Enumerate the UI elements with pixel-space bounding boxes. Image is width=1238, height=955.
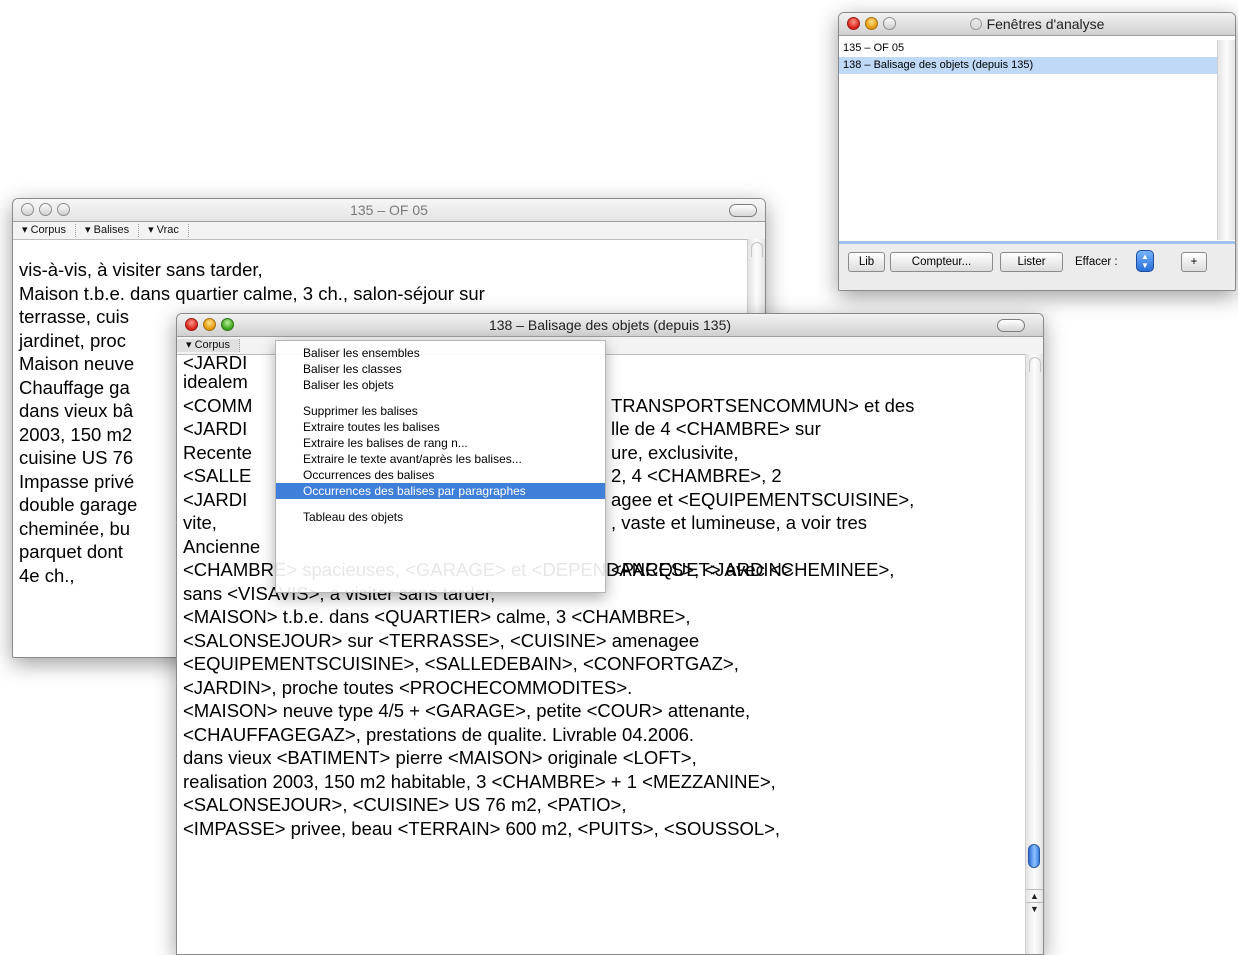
menu-separator (276, 499, 605, 509)
text-fragment: lle de 4 <CHAMBRE> sur (611, 418, 821, 439)
lister-button[interactable]: Lister (1000, 252, 1063, 272)
analysis-titlebar[interactable]: Fenêtres d'analyse (839, 13, 1235, 36)
menu-separator (276, 393, 605, 403)
text-line: <SALONSEJOUR> sur <TERRASSE>, <CUISINE> … (183, 629, 700, 651)
menu-item-tableau-objets[interactable]: Tableau des objets (276, 509, 605, 525)
zoom-icon[interactable] (883, 17, 896, 30)
zoom-icon[interactable] (221, 318, 234, 331)
menu-item-extraire-toutes[interactable]: Extraire toutes les balises (276, 419, 605, 435)
corpus-menu-button[interactable]: ▾ Corpus (177, 339, 241, 352)
effacer-label: Effacer : (1075, 256, 1118, 268)
text-fragment: TRANSPORTSENCOMMUN> et des (611, 394, 915, 416)
minimize-icon[interactable] (39, 203, 52, 216)
menu-item-occurrences-paragraphes[interactable]: Occurrences des balises par paragraphes (276, 483, 605, 499)
toolbar-toggle-icon[interactable] (997, 319, 1025, 332)
vrac-menu-button[interactable]: ▾ Vrac (139, 224, 189, 237)
balises-menu-button[interactable]: ▾ Balises (76, 224, 140, 237)
text-line: <MAISON> t.b.e. dans <QUARTIER> calme, 3… (183, 606, 691, 627)
minimize-icon[interactable] (865, 17, 878, 30)
window-138-titlebar[interactable]: 138 – Balisage des objets (depuis 135) (177, 314, 1043, 337)
scroll-up-icon[interactable]: ▲ (1026, 890, 1043, 902)
close-icon[interactable] (847, 17, 860, 30)
down-arrow-icon: ▼ (1141, 261, 1149, 270)
scroll-down-icon[interactable]: ▼ (1026, 902, 1043, 915)
window-135-titlebar[interactable]: 135 – OF 05 (13, 199, 765, 222)
close-icon[interactable] (21, 203, 34, 216)
text-line: <IMPASSE> privee, beau <TERRAIN> 600 m2,… (183, 817, 781, 839)
add-button[interactable]: + (1181, 252, 1207, 272)
menu-item-baliser-objets[interactable]: Baliser les objets (276, 377, 605, 393)
text-line: realisation 2003, 150 m2 habitable, 3 <C… (183, 770, 776, 792)
list-item[interactable]: 135 – OF 05 (839, 40, 1217, 57)
text-fragment: ure, exclusivite, (611, 441, 739, 463)
menu-item-extraire-rang[interactable]: Extraire les balises de rang n... (276, 435, 605, 451)
menu-item-baliser-ensembles[interactable]: Baliser les ensembles (276, 345, 605, 361)
menu-item-supprimer-balises[interactable]: Supprimer les balises (276, 403, 605, 419)
text-line: <SALONSEJOUR>, <CUISINE> US 76 m2, <PATI… (183, 794, 627, 815)
window-138-text-right: TRANSPORTSENCOMMUN> et des lle de 4 <CHA… (611, 370, 914, 582)
window-138-scrollbar[interactable]: ▲ ▼ (1025, 354, 1043, 954)
proxy-icon (969, 18, 982, 30)
text-fragment: 2, 4 <CHAMBRE>, 2 (611, 465, 782, 486)
menu-item-extraire-texte[interactable]: Extraire le texte avant/après les balise… (276, 451, 605, 467)
close-icon[interactable] (185, 318, 198, 331)
compteur-button[interactable]: Compteur... (890, 252, 993, 272)
window-135-toolbar: ▾ Corpus ▾ Balises ▾ Vrac (13, 222, 765, 240)
minimize-icon[interactable] (203, 318, 216, 331)
effacer-stepper[interactable]: ▲ ▼ (1136, 250, 1154, 272)
text-line: dans vieux <BATIMENT> pierre <MAISON> or… (183, 747, 697, 768)
corpus-dropdown-menu: Baliser les ensembles Baliser les classe… (275, 340, 606, 593)
text-fragment: , vaste et lumineuse, a voir tres (611, 512, 868, 533)
corpus-menu-button[interactable]: ▾ Corpus (13, 224, 77, 237)
analysis-title: Fenêtres d'analyse (986, 16, 1105, 32)
analysis-footer: Lib Compteur... Lister Effacer : ▲ ▼ + (839, 241, 1235, 290)
menu-item-baliser-classes[interactable]: Baliser les classes (276, 361, 605, 377)
analysis-list[interactable]: 135 – OF 05 138 – Balisage des objets (d… (839, 40, 1217, 240)
text-fragment (611, 535, 914, 559)
window-135-title: 135 – OF 05 (350, 202, 428, 218)
scroll-thumb[interactable] (1028, 844, 1040, 868)
scroll-arrows[interactable]: ▲ ▼ (1026, 889, 1043, 926)
text-fragment: <PARQUET> avec <CHEMINEE>, (611, 559, 895, 580)
text-fragment: agee et <EQUIPEMENTSCUISINE>, (611, 488, 915, 510)
analysis-scrollbar[interactable] (1217, 40, 1235, 240)
text-line: vis-à-vis, à visiter sans tarder, (19, 259, 263, 280)
text-fragment (611, 370, 914, 394)
menu-item-occurrences[interactable]: Occurrences des balises (276, 467, 605, 483)
text-line: <EQUIPEMENTSCUISINE>, <SALLEDEBAIN>, <CO… (183, 653, 739, 674)
text-line: Maison t.b.e. dans quartier calme, 3 ch.… (19, 282, 485, 304)
toolbar-toggle-icon[interactable] (729, 204, 757, 217)
up-arrow-icon: ▲ (1141, 252, 1149, 261)
text-line: <CHAUFFAGEGAZ>, prestations de qualite. … (183, 723, 695, 745)
analysis-window: Fenêtres d'analyse 135 – OF 05 138 – Bal… (838, 12, 1236, 291)
list-item[interactable]: 138 – Balisage des objets (depuis 135) (839, 57, 1217, 74)
zoom-icon[interactable] (57, 203, 70, 216)
window-138-title: 138 – Balisage des objets (depuis 135) (488, 317, 732, 333)
text-line: <JARDIN>, proche toutes <PROCHECOMMODITE… (183, 676, 633, 698)
lib-button[interactable]: Lib (848, 252, 885, 272)
text-line: <MAISON> neuve type 4/5 + <GARAGE>, peti… (183, 700, 751, 721)
